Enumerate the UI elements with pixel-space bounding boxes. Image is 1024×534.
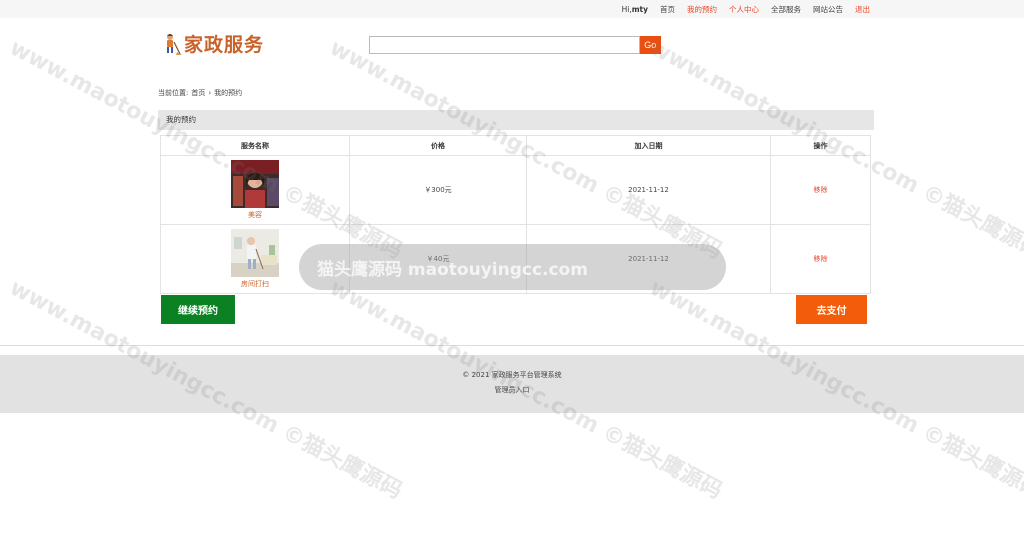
continue-reservation-button[interactable]: 继续预约 [161, 295, 235, 324]
col-service-name: 服务名称 [160, 135, 350, 156]
footer-copyright: © 2021 家政服务平台管理系统 [462, 371, 562, 379]
remove-link[interactable]: 移除 [814, 186, 828, 194]
search-bar: Go [369, 36, 661, 54]
nav-user-center-link[interactable]: 个人中心 [729, 4, 759, 15]
service-thumbnail[interactable] [231, 229, 279, 277]
top-bar: Hi,mty 首页 我的预约 个人中心 全部服务 网站公告 退出 [0, 0, 1024, 18]
action-cell: 移除 [770, 224, 871, 294]
pay-button[interactable]: 去支付 [796, 295, 867, 324]
breadcrumb-home-link[interactable]: 首页 [191, 89, 205, 97]
footer-divider [0, 345, 1024, 346]
service-cell: 美容 [160, 155, 350, 225]
price-cell: ￥300元 [349, 155, 527, 225]
nav-my-reservations-link[interactable]: 我的预约 [687, 4, 717, 15]
search-input[interactable] [369, 36, 640, 54]
breadcrumb: 当前位置: 首页 › 我的预约 [158, 88, 245, 98]
table-header-row: 服务名称 价格 加入日期 操作 [160, 135, 871, 156]
col-action: 操作 [770, 135, 871, 156]
footer: © 2021 家政服务平台管理系统 管理员入口 [0, 355, 1024, 413]
nav-home-link[interactable]: 首页 [660, 4, 675, 15]
admin-entry-link[interactable]: 管理员入口 [0, 385, 1024, 395]
breadcrumb-prefix: 当前位置: [158, 89, 189, 97]
breadcrumb-separator: › [208, 89, 212, 97]
col-date: 加入日期 [526, 135, 771, 156]
top-nav: Hi,mty 首页 我的预约 个人中心 全部服务 网站公告 退出 [622, 0, 870, 18]
search-button[interactable]: Go [639, 36, 661, 54]
table-row: 美容 ￥300元 2021-11-12 移除 [160, 155, 871, 225]
nav-logout-link[interactable]: 退出 [855, 4, 870, 15]
nav-announcements-link[interactable]: 网站公告 [813, 4, 843, 15]
cleaner-mascot-icon [162, 32, 182, 56]
site-title: 家政服务 [184, 34, 265, 56]
site-logo[interactable]: 家政服务 [162, 30, 264, 57]
action-cell: 移除 [770, 155, 871, 225]
user-greeting: Hi,mty [621, 4, 648, 14]
date-cell: 2021-11-12 [526, 155, 771, 225]
service-thumbnail[interactable] [231, 160, 279, 208]
service-name[interactable]: 美容 [162, 210, 348, 220]
panel-title: 我的预约 [158, 110, 874, 130]
remove-link[interactable]: 移除 [814, 255, 828, 263]
watermark-banner: 猫头鹰源码 maotouyingcc.com [299, 244, 726, 290]
nav-all-services-link[interactable]: 全部服务 [771, 4, 801, 15]
breadcrumb-current: 我的预约 [214, 89, 243, 97]
col-price: 价格 [349, 135, 527, 156]
